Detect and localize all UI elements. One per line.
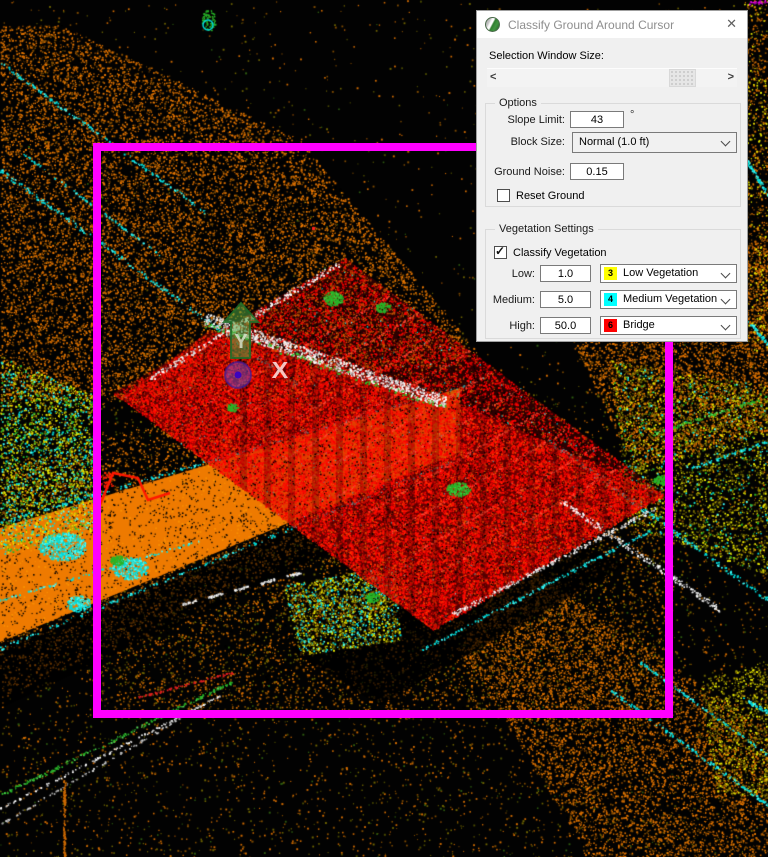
- options-group: Options Slope Limit: ° Block Size: Norma…: [485, 97, 741, 207]
- ground-noise-label: Ground Noise:: [494, 166, 565, 178]
- block-size-label: Block Size:: [510, 136, 565, 148]
- slope-limit-input[interactable]: [570, 111, 624, 128]
- scrollbar-thumb[interactable]: [669, 69, 696, 87]
- low-class-dropdown[interactable]: 3 Low Vegetation: [600, 264, 737, 283]
- low-label: Low:: [511, 268, 535, 280]
- dialog-title: Classify Ground Around Cursor: [508, 18, 675, 32]
- block-size-dropdown[interactable]: Normal (1.0 ft): [572, 132, 737, 153]
- classify-vegetation-label: Classify Vegetation: [513, 247, 607, 259]
- selection-window-size-label: Selection Window Size:: [489, 50, 604, 62]
- scroll-right-arrow[interactable]: >: [728, 71, 734, 84]
- medium-class-dropdown[interactable]: 4 Medium Vegetation: [600, 290, 737, 309]
- vegetation-settings-group: Vegetation Settings ✓ Classify Vegetatio…: [485, 223, 741, 339]
- class-name: Low Vegetation: [623, 267, 699, 279]
- checkmark-icon: ✓: [495, 244, 506, 258]
- chevron-down-icon: [720, 268, 731, 279]
- terrascan-classify-icon: [485, 17, 500, 32]
- class-name: Bridge: [623, 319, 655, 331]
- selection-window-size-scrollbar[interactable]: < >: [487, 68, 737, 87]
- close-icon[interactable]: ✕: [726, 17, 737, 31]
- block-size-value: Normal (1.0 ft): [579, 136, 650, 148]
- application-window: Y X Classify Ground Around Cursor ✕ Sele…: [0, 0, 768, 857]
- degree-unit-label: °: [630, 109, 635, 121]
- scroll-left-arrow[interactable]: <: [490, 71, 496, 84]
- high-label: High:: [509, 320, 535, 332]
- high-height-input[interactable]: [540, 317, 591, 334]
- ground-noise-input[interactable]: [570, 163, 624, 180]
- vegetation-settings-group-label: Vegetation Settings: [495, 223, 598, 235]
- chevron-down-icon: [720, 294, 731, 305]
- medium-vegetation-row: Medium: 4 Medium Vegetation: [486, 290, 740, 311]
- classify-vegetation-checkbox[interactable]: ✓: [494, 244, 507, 259]
- classify-ground-dialog: Classify Ground Around Cursor ✕ Selectio…: [476, 10, 748, 342]
- low-vegetation-row: Low: 3 Low Vegetation: [486, 264, 740, 285]
- medium-height-input[interactable]: [540, 291, 591, 308]
- chevron-down-icon: [720, 136, 731, 147]
- options-group-label: Options: [495, 97, 541, 109]
- medium-label: Medium:: [492, 294, 535, 306]
- reset-ground-checkbox[interactable]: [497, 189, 510, 202]
- class-color-swatch: 6: [604, 319, 617, 332]
- class-color-swatch: 4: [604, 293, 617, 306]
- reset-ground-label: Reset Ground: [516, 190, 585, 202]
- high-vegetation-row: High: 6 Bridge: [486, 316, 740, 337]
- class-name: Medium Vegetation: [623, 293, 718, 305]
- dialog-titlebar[interactable]: Classify Ground Around Cursor ✕: [477, 11, 747, 38]
- high-class-dropdown[interactable]: 6 Bridge: [600, 316, 737, 335]
- chevron-down-icon: [720, 320, 731, 331]
- slope-limit-label: Slope Limit:: [507, 114, 565, 126]
- class-color-swatch: 3: [604, 267, 617, 280]
- low-height-input[interactable]: [540, 265, 591, 282]
